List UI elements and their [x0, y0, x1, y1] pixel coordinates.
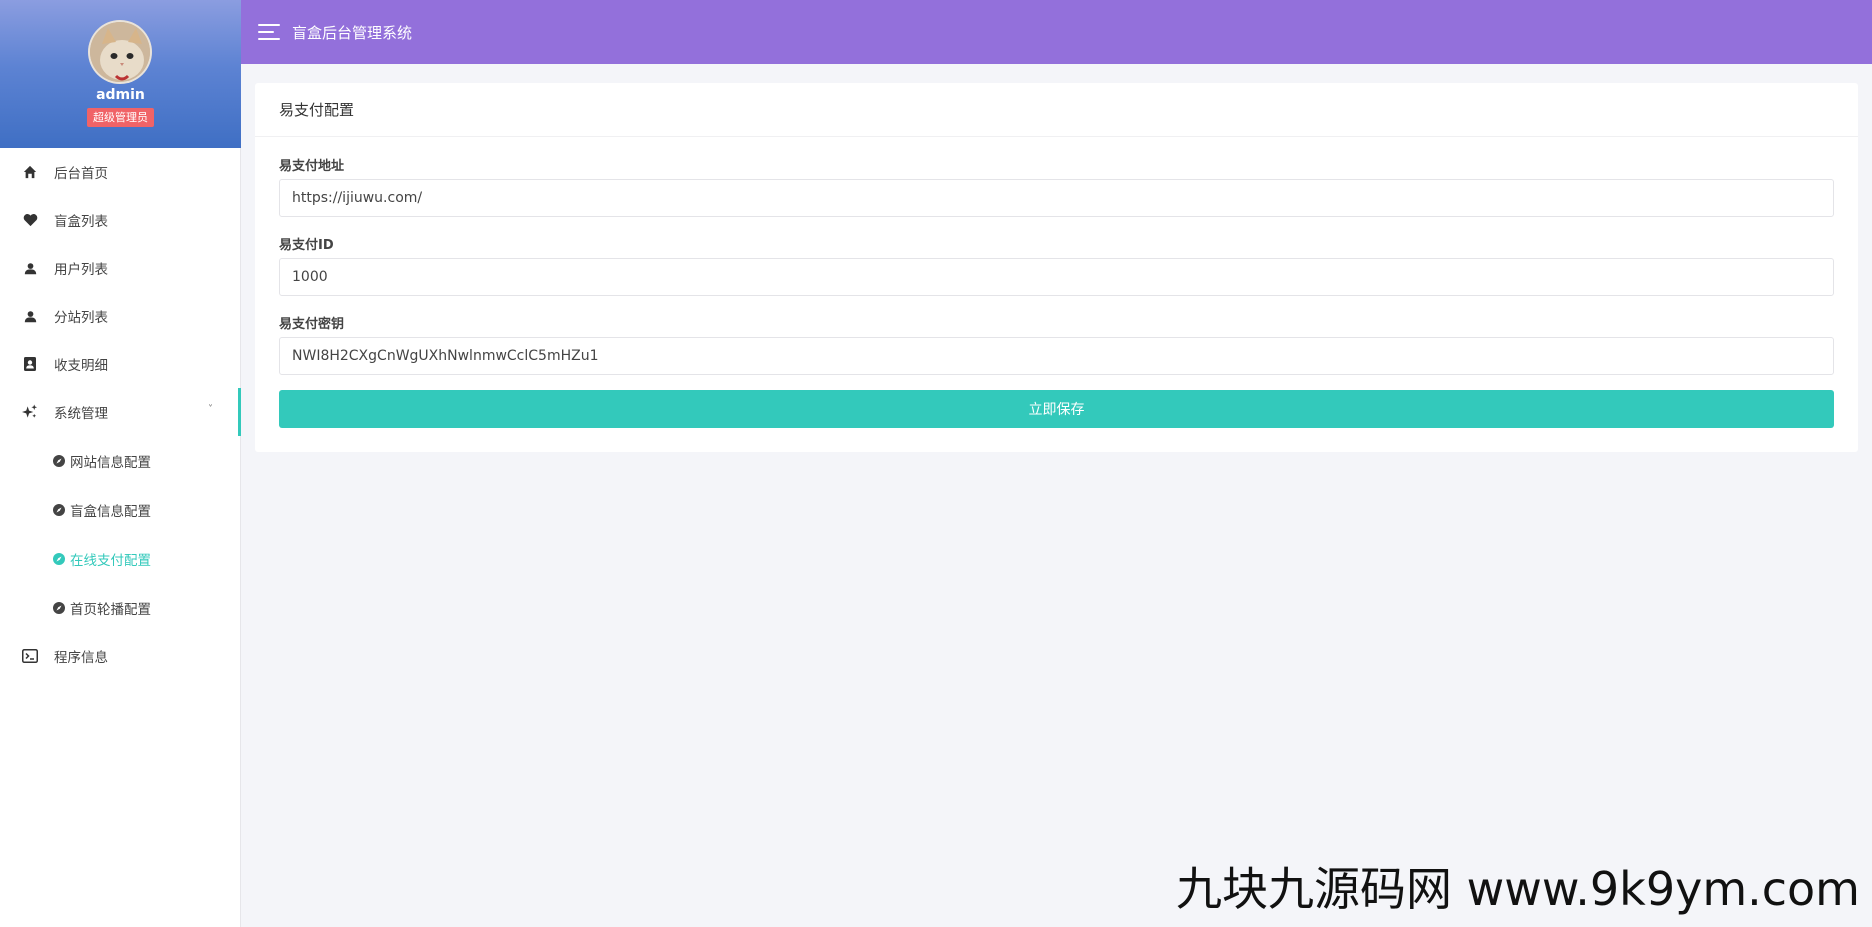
sidebar-item-user-list[interactable]: 用户列表 [0, 244, 241, 292]
sidebar-item-program-info[interactable]: 程序信息 [0, 632, 241, 680]
compass-icon [53, 601, 65, 614]
sidebar-item-label: 盲盒列表 [54, 214, 108, 230]
submenu-item-carousel-config[interactable]: 首页轮播配置 [0, 583, 241, 632]
submenu-item-blindbox-config[interactable]: 盲盒信息配置 [0, 485, 241, 534]
top-bar: 盲盒后台管理系统 [241, 0, 1872, 64]
sidebar-item-income-expense[interactable]: 收支明细 [0, 340, 241, 388]
sidebar-item-label: 用户列表 [54, 262, 108, 278]
submenu-item-label: 首页轮播配置 [70, 601, 151, 618]
terminal-icon [22, 648, 38, 664]
hamburger-menu-icon[interactable] [258, 24, 280, 40]
payment-url-label: 易支付地址 [279, 159, 345, 174]
compass-icon [53, 552, 65, 565]
app-title: 盲盒后台管理系统 [292, 23, 413, 42]
sidebar-item-label: 系统管理 [54, 406, 108, 422]
user-icon [22, 260, 38, 276]
submenu-item-site-config[interactable]: 网站信息配置 [0, 436, 241, 485]
payment-id-label: 易支付ID [279, 238, 334, 253]
sidebar-item-blindbox-list[interactable]: 盲盒列表 [0, 196, 241, 244]
sparkle-icon [22, 404, 38, 420]
sidebar-item-label: 收支明细 [54, 358, 108, 374]
sidebar-item-label: 分站列表 [54, 310, 108, 326]
submenu-item-payment-config[interactable]: 在线支付配置 [0, 534, 241, 583]
card-title: 易支付配置 [255, 83, 1858, 137]
compass-icon [53, 454, 65, 467]
sidebar: admin 超级管理员 后台首页 盲盒列表 用户列表 分站列表 收支明细 系统管… [0, 0, 241, 927]
avatar[interactable] [88, 20, 152, 84]
sidebar-item-label: 程序信息 [54, 650, 108, 666]
submenu-item-label: 网站信息配置 [70, 454, 151, 471]
contacts-icon [22, 356, 38, 372]
payment-id-input[interactable] [279, 258, 1834, 296]
watermark-text: 九块九源码网 www.9k9ym.com [1176, 862, 1860, 916]
sidebar-item-system-management[interactable]: 系统管理 ˅ [0, 388, 241, 436]
sidebar-menu: 后台首页 盲盒列表 用户列表 分站列表 收支明细 系统管理 ˅ 网站信息配置 盲… [0, 148, 241, 680]
chevron-down-icon: ˅ [208, 404, 213, 415]
payment-url-input[interactable] [279, 179, 1834, 217]
home-icon [22, 164, 38, 180]
sidebar-item-substation-list[interactable]: 分站列表 [0, 292, 241, 340]
sidebar-item-label: 后台首页 [54, 166, 108, 182]
heart-icon [22, 212, 38, 228]
compass-icon [53, 503, 65, 516]
admin-name: admin [96, 87, 145, 103]
profile-panel: admin 超级管理员 [0, 0, 241, 148]
payment-key-label: 易支付密钥 [279, 317, 345, 332]
submenu-item-label: 在线支付配置 [70, 552, 151, 569]
submenu-item-label: 盲盒信息配置 [70, 503, 151, 520]
payment-config-card: 易支付配置 易支付地址 易支付ID 易支付密钥 立即保存 [255, 83, 1858, 452]
save-button[interactable]: 立即保存 [279, 390, 1834, 428]
user-icon [22, 308, 38, 324]
payment-key-input[interactable] [279, 337, 1834, 375]
role-badge: 超级管理员 [87, 108, 154, 127]
sidebar-item-dashboard[interactable]: 后台首页 [0, 148, 241, 196]
